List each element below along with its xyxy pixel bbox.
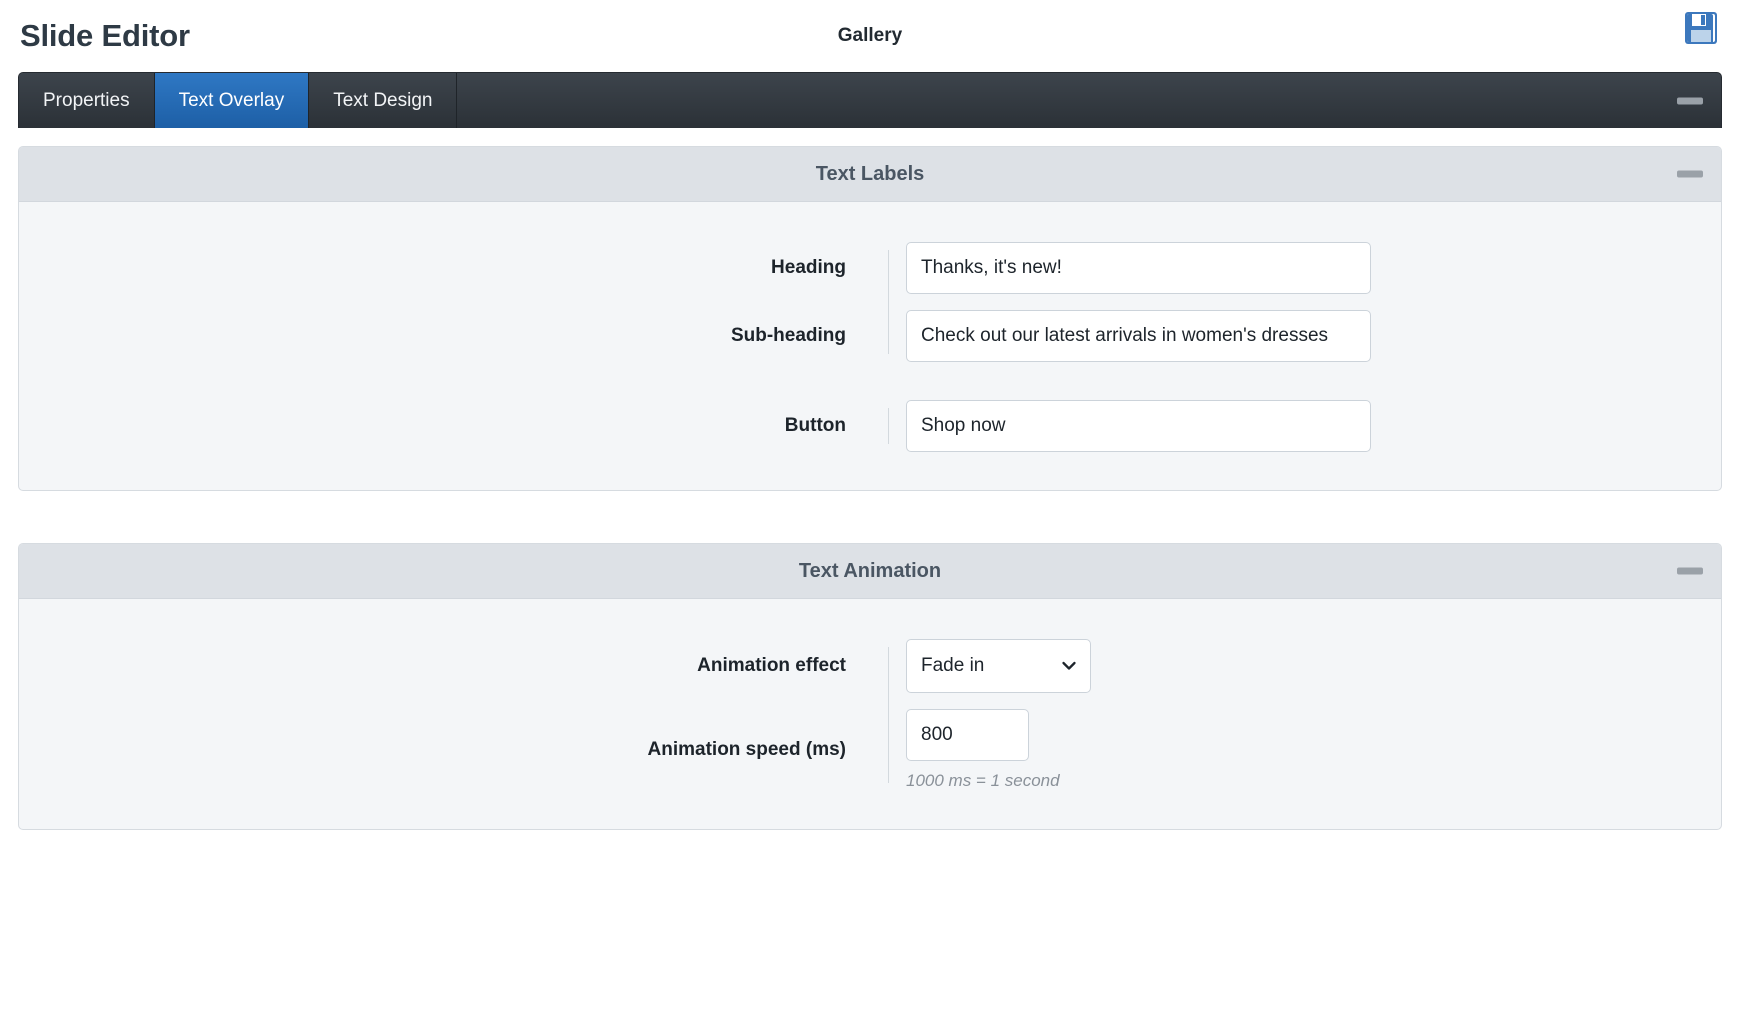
field-group-spacer	[19, 362, 1721, 400]
animation-effect-value: Fade in	[921, 655, 985, 676]
panels-container: Text Labels Heading Thanks, it's new! Su…	[0, 128, 1740, 830]
panel-body-text-animation: Animation effect Fade in Animation speed…	[19, 599, 1721, 829]
save-button[interactable]	[1680, 8, 1722, 50]
animation-effect-control: Fade in	[874, 639, 1091, 693]
sub-heading-input[interactable]: Check out our latest arrivals in women's…	[906, 310, 1371, 362]
animation-speed-label: Animation speed (ms)	[647, 739, 846, 760]
panel-minimize-icon[interactable]	[1677, 170, 1703, 178]
panel-minimize-icon[interactable]	[1677, 567, 1703, 575]
animation-speed-input[interactable]: 800	[906, 709, 1029, 761]
button-control: Shop now	[874, 400, 1371, 452]
heading-control: Thanks, it's new!	[874, 242, 1371, 294]
heading-input[interactable]: Thanks, it's new!	[906, 242, 1371, 294]
animation-speed-help-text: 1000 ms = 1 second	[906, 771, 1060, 790]
animation-speed-control: 800 1000 ms = 1 second	[874, 709, 1060, 791]
panel-header-text-labels: Text Labels	[19, 147, 1721, 202]
document-title: Gallery	[837, 25, 903, 46]
tab-text-design[interactable]: Text Design	[309, 73, 458, 128]
button-label: Button	[784, 415, 846, 436]
sub-heading-control: Check out our latest arrivals in women's…	[874, 310, 1371, 362]
field-row-heading: Heading Thanks, it's new!	[19, 242, 1721, 294]
button-text-input[interactable]: Shop now	[906, 400, 1371, 452]
field-group-button: Button Shop now	[19, 400, 1721, 452]
animation-effect-select[interactable]: Fade in	[906, 639, 1091, 693]
tabbar-minimize-icon[interactable]	[1677, 97, 1703, 104]
panel-title: Text Labels	[815, 162, 925, 185]
chevron-down-icon	[1060, 657, 1078, 675]
page-title: Slide Editor	[20, 18, 190, 53]
field-group-headings: Heading Thanks, it's new! Sub-heading Ch…	[19, 242, 1721, 362]
field-row-button: Button Shop now	[19, 400, 1721, 452]
panel-text-animation: Text Animation Animation effect Fade in	[18, 543, 1722, 830]
tabbar-container: Properties Text Overlay Text Design	[0, 72, 1740, 128]
tab-properties[interactable]: Properties	[19, 73, 155, 128]
panel-body-text-labels: Heading Thanks, it's new! Sub-heading Ch…	[19, 202, 1721, 490]
app-header: Slide Editor Gallery	[0, 0, 1740, 72]
floppy-disk-save-icon	[1682, 9, 1720, 50]
field-row-sub-heading: Sub-heading Check out our latest arrival…	[19, 310, 1721, 362]
panel-title: Text Animation	[798, 559, 942, 582]
panel-text-labels: Text Labels Heading Thanks, it's new! Su…	[18, 146, 1722, 491]
heading-label: Heading	[771, 257, 846, 278]
field-group-animation: Animation effect Fade in Animation speed…	[19, 639, 1721, 791]
tab-text-overlay[interactable]: Text Overlay	[154, 73, 310, 128]
panel-header-text-animation: Text Animation	[19, 544, 1721, 599]
animation-effect-label: Animation effect	[697, 655, 846, 676]
field-row-animation-effect: Animation effect Fade in	[19, 639, 1721, 693]
tabbar: Properties Text Overlay Text Design	[18, 72, 1722, 128]
field-row-animation-speed: Animation speed (ms) 800 1000 ms = 1 sec…	[19, 709, 1721, 791]
sub-heading-label: Sub-heading	[730, 325, 846, 346]
